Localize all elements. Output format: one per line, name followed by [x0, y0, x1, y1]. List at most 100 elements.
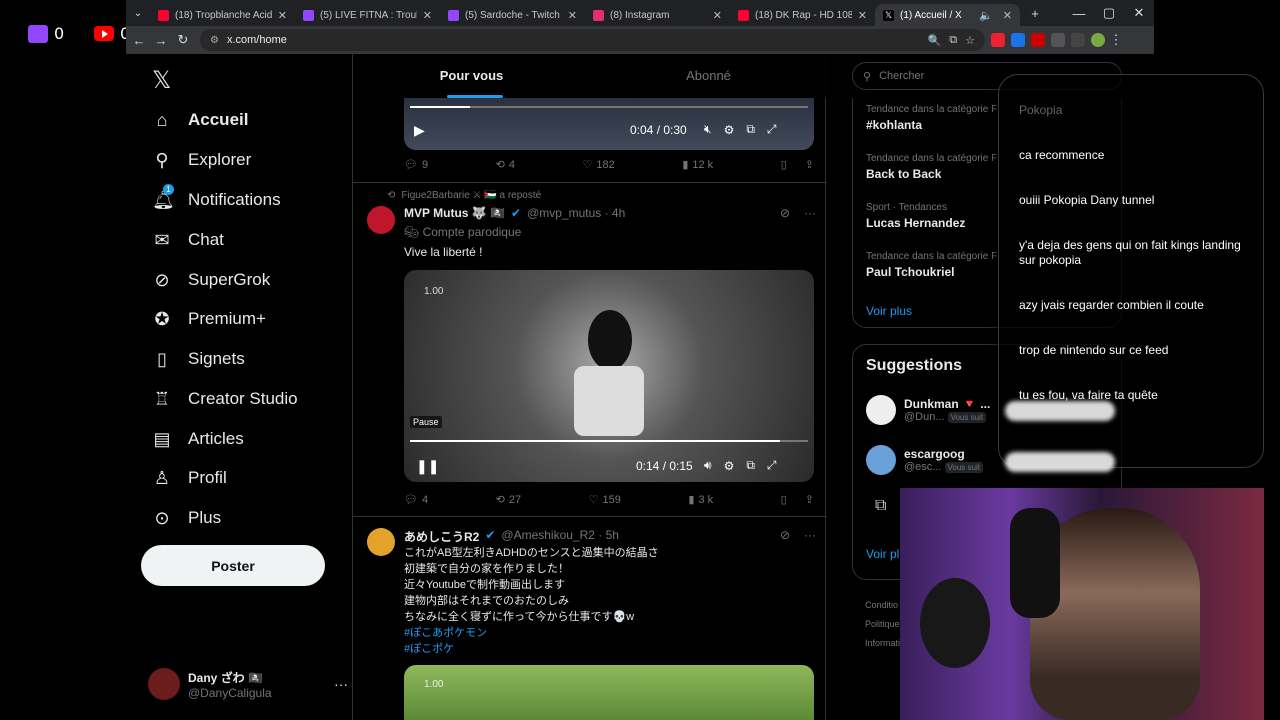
volume-icon[interactable]: 🔊︎	[704, 458, 712, 473]
profile-avatar-icon[interactable]	[1091, 33, 1105, 47]
webcam-overlay	[900, 488, 1264, 720]
pause-icon[interactable]: ❚❚	[416, 458, 439, 475]
settings-icon[interactable]: ⚙	[724, 123, 735, 137]
settings-icon[interactable]: ⚙	[724, 459, 735, 473]
author-name[interactable]: あめしこうR2	[404, 528, 479, 545]
close-tab-icon[interactable]: ✕	[568, 9, 577, 22]
share-icon[interactable]: ⇪	[805, 493, 814, 506]
author-handle[interactable]: @mvp_mutus · 4h	[527, 206, 625, 220]
pip-icon[interactable]: ⧉	[746, 458, 755, 473]
browser-tab[interactable]: (5) LIVE FITNA : Troublante, R ✕	[295, 4, 440, 26]
nav-item-creator-studio[interactable]: ♖ Creator Studio	[152, 389, 298, 409]
tab-following[interactable]: Abonné	[590, 54, 827, 98]
video-player[interactable]: ▶ 0:04 / 0:30 🔇︎ ⚙ ⧉ ⤢	[404, 98, 814, 150]
browser-tab[interactable]: (18) Tropblanche Acide fructi ✕	[150, 4, 295, 26]
reply-button[interactable]: 💬︎ 4	[404, 493, 428, 507]
site-info-icon[interactable]: ⚙	[210, 35, 219, 46]
reply-button[interactable]: 💬︎ 9	[404, 158, 428, 172]
trend-item[interactable]: Sport · Tendances Lucas Hernandez	[866, 202, 965, 230]
browser-tab[interactable]: (8) Instagram ✕	[585, 4, 730, 26]
footer-link[interactable]: Informati	[865, 634, 900, 653]
video-player[interactable]: 1.00 Pause ❚❚ 0:14 / 0:15 🔊︎ ⚙ ⧉ ⤢	[404, 270, 814, 482]
account-switcher[interactable]: Dany ざわ 🏴‍☠️ @DanyCaligula ···	[148, 664, 348, 704]
minimize-icon[interactable]: —	[1064, 6, 1094, 21]
close-tab-icon[interactable]: ✕	[278, 9, 287, 22]
nav-item-profile[interactable]: ♙ Profil	[152, 468, 227, 488]
author-handle[interactable]: @Ameshikou_R2 · 5h	[501, 528, 619, 545]
more-dots-icon[interactable]: ···	[804, 528, 816, 542]
browser-tab[interactable]: (5) Sardoche - Twitch ✕	[440, 4, 585, 26]
repost-button[interactable]: ⟲ 4	[496, 158, 515, 172]
nav-item-premium[interactable]: ✪ Premium+	[152, 309, 265, 329]
close-tab-icon[interactable]: ✕	[1003, 9, 1012, 22]
show-more-link[interactable]: Voir plus	[866, 304, 912, 318]
hashtag-link[interactable]: #ぽこあポケモン	[404, 625, 814, 641]
close-tab-icon[interactable]: ✕	[423, 9, 432, 22]
views-button[interactable]: ▮ 3 k	[688, 493, 713, 507]
mute-icon[interactable]: 🔇︎	[704, 122, 712, 137]
video-progress[interactable]	[410, 440, 808, 442]
forward-icon[interactable]: →	[150, 33, 172, 48]
grok-icon[interactable]: ⊘	[780, 528, 790, 542]
extension-icon[interactable]	[1031, 33, 1045, 47]
avatar[interactable]	[367, 528, 395, 556]
close-tab-icon[interactable]: ✕	[713, 9, 722, 22]
zoom-icon[interactable]: 🔍	[928, 34, 942, 47]
nav-item-supergrok[interactable]: ⊘ SuperGrok	[152, 270, 270, 290]
trend-item[interactable]: Tendance dans la catégorie F Paul Tchoukr…	[866, 251, 997, 279]
translate-icon[interactable]: ⧉	[875, 497, 886, 515]
repost-button[interactable]: ⟲ 27	[496, 493, 521, 507]
grok-icon[interactable]: ⊘	[780, 206, 790, 220]
browser-tab[interactable]: (18) DK Rap - HD 1080p - You ✕	[730, 4, 875, 26]
nav-item-bookmarks[interactable]: ▯ Signets	[152, 349, 245, 369]
media-icon[interactable]	[1071, 33, 1085, 47]
nav-item-explore[interactable]: ⚲ Explorer	[152, 150, 251, 170]
fullscreen-icon[interactable]: ⤢	[767, 458, 777, 473]
nav-item-articles[interactable]: ▤ Articles	[152, 429, 243, 449]
close-tab-icon[interactable]: ✕	[858, 9, 867, 22]
video-progress[interactable]	[410, 106, 808, 108]
footer-link[interactable]: Politique	[865, 615, 900, 634]
bookmark-star-icon[interactable]: ☆	[965, 34, 975, 47]
author-name[interactable]: MVP Mutus 🐺 🏴‍☠️	[404, 206, 505, 220]
nav-item-more[interactable]: ⊙ Plus	[152, 508, 221, 528]
puzzle-icon[interactable]	[1051, 33, 1065, 47]
fullscreen-icon[interactable]: ⤢	[767, 122, 777, 137]
tab-search-icon[interactable]: ⌄	[126, 8, 150, 19]
bookmark-icon[interactable]: ▯	[781, 158, 787, 171]
maximize-icon[interactable]: ▢	[1094, 5, 1124, 21]
views-button[interactable]: ▮ 12 k	[682, 158, 713, 172]
post-button[interactable]: Poster	[141, 545, 325, 586]
back-icon[interactable]: ←	[128, 33, 150, 48]
footer-link[interactable]: Conditio	[865, 596, 900, 615]
tab-for-you[interactable]: Pour vous	[353, 54, 590, 98]
browser-tab-active[interactable]: 𝕏 (1) Accueil / X 🔈 ✕	[875, 4, 1020, 26]
pdf-extension-icon[interactable]	[991, 33, 1005, 47]
avatar[interactable]	[367, 206, 395, 234]
pip-icon[interactable]: ⧉	[746, 122, 755, 137]
cast-icon[interactable]: ⧉	[949, 34, 957, 47]
trend-item[interactable]: Tendance dans la catégorie F Back to Back	[866, 153, 997, 181]
url-bar[interactable]: ⚙ x.com/home 🔍 ⧉ ☆	[200, 29, 985, 51]
like-button[interactable]: ♡ 182	[583, 158, 615, 172]
mute-tab-icon[interactable]: 🔈	[979, 9, 993, 22]
x-logo-icon[interactable]: 𝕏	[152, 66, 171, 95]
play-icon[interactable]: ▶	[414, 122, 425, 139]
reload-icon[interactable]: ↻	[172, 32, 194, 48]
nav-item-chat[interactable]: ✉ Chat	[152, 230, 223, 250]
menu-kebab-icon[interactable]: ⋮	[1105, 32, 1127, 48]
like-button[interactable]: ♡ 159	[589, 493, 621, 507]
suggestion-item[interactable]: escargoog @esc... Vous suit	[866, 445, 983, 475]
video-player[interactable]: 1.00	[404, 665, 814, 720]
suggestion-item[interactable]: Dunkman 🔻 ... @Dun... Vous suit	[866, 395, 990, 425]
extension-icon[interactable]	[1011, 33, 1025, 47]
more-dots-icon[interactable]: ···	[804, 206, 816, 220]
share-icon[interactable]: ⇪	[805, 158, 814, 171]
close-window-icon[interactable]: ✕	[1124, 5, 1154, 21]
hashtag-link[interactable]: #ぽこポケ	[404, 641, 814, 657]
bookmark-icon[interactable]: ▯	[781, 493, 787, 506]
trend-item[interactable]: Tendance dans la catégorie F #kohlanta	[866, 104, 997, 132]
nav-item-home[interactable]: ⌂ Accueil	[152, 110, 249, 130]
new-tab-icon[interactable]: +	[1024, 6, 1046, 21]
nav-item-notifications[interactable]: 🔔︎ 1 Notifications	[152, 184, 281, 210]
